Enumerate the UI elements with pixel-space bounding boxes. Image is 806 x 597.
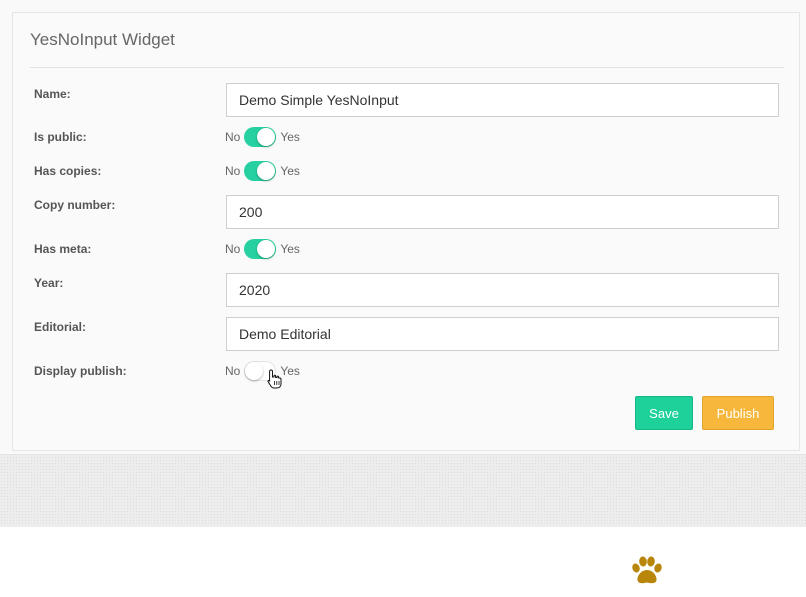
save-button[interactable]: Save [635,396,693,430]
hand-cursor-icon [267,369,282,389]
copy-number-input[interactable] [226,195,779,229]
toggle-knob [245,362,264,380]
title-divider [30,67,784,68]
has-copies-yes-label: Yes [280,164,300,178]
page-section: YesNoInput Widget Name: Is public: No Ye… [0,0,806,455]
has-copies-no-label: No [225,164,241,178]
widget-panel: YesNoInput Widget Name: Is public: No Ye… [12,12,800,451]
copy-number-label: Copy number: [34,198,116,212]
has-copies-label: Has copies: [34,164,102,178]
widget-title: YesNoInput Widget [30,30,175,49]
toggle-knob [257,240,276,258]
has-meta-toggle[interactable] [244,239,277,259]
is-public-label: Is public: [34,130,87,144]
is-public-no-label: No [225,130,241,144]
year-input[interactable] [226,273,779,307]
has-copies-toggle[interactable] [244,161,277,181]
toggle-knob [257,128,276,146]
has-copies-toggle-group: No Yes [225,159,300,183]
name-label: Name: [34,87,71,101]
is-public-yes-label: Yes [280,130,300,144]
editorial-label: Editorial: [34,320,87,334]
publish-button[interactable]: Publish [702,396,774,430]
year-label: Year: [34,276,64,290]
toggle-knob [257,162,276,180]
page-footer [0,526,806,597]
has-meta-toggle-group: No Yes [225,237,300,261]
display-publish-label: Display publish: [34,364,127,378]
paw-icon [632,556,662,584]
name-input[interactable] [226,83,779,117]
display-publish-toggle-group: No Yes [225,359,300,383]
is-public-toggle-group: No Yes [225,125,300,149]
display-publish-yes-label: Yes [280,364,300,378]
is-public-toggle[interactable] [244,127,277,147]
has-meta-yes-label: Yes [280,242,300,256]
has-meta-no-label: No [225,242,241,256]
editorial-input[interactable] [226,317,779,351]
has-meta-label: Has meta: [34,242,92,256]
display-publish-no-label: No [225,364,241,378]
